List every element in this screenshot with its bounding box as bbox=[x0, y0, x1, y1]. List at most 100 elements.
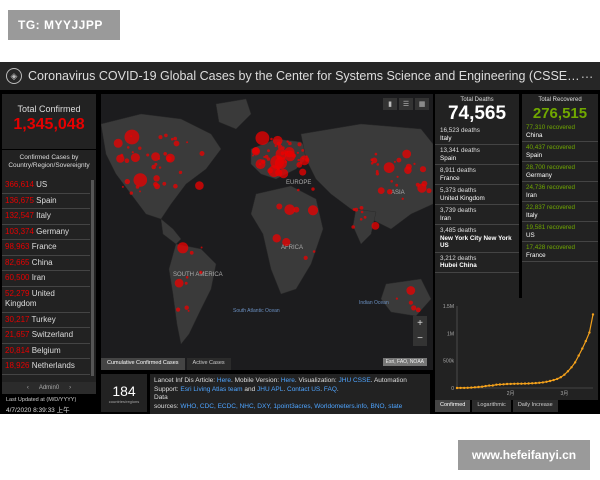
recovered-row[interactable]: 22,837 recovered Italy bbox=[522, 202, 598, 222]
total-recovered-panel: Total Recovered 276,515 77,310 recovered… bbox=[522, 94, 598, 316]
recovered-row[interactable]: 17,428 recovered France bbox=[522, 242, 598, 262]
tab-active-cases[interactable]: Active Cases bbox=[186, 358, 231, 370]
death-row[interactable]: 3,212 deaths Hubei China bbox=[435, 253, 519, 273]
country-row[interactable]: 136,675 Spain bbox=[2, 194, 90, 209]
tab-daily-increase[interactable]: Daily Increase bbox=[512, 400, 558, 412]
case-bubble bbox=[195, 181, 204, 190]
zoom-in-button[interactable]: + bbox=[413, 316, 427, 331]
recovered-row[interactable]: 19,581 recovered US bbox=[522, 222, 598, 242]
country-row[interactable]: 20,814 Belgium bbox=[2, 344, 90, 359]
death-row[interactable]: 3,739 deaths Iran bbox=[435, 205, 519, 225]
data-point bbox=[545, 380, 548, 383]
country-row[interactable]: 16,563 Canada bbox=[2, 375, 90, 379]
case-bubble bbox=[129, 191, 133, 195]
more-icon[interactable]: ⋯ bbox=[580, 69, 594, 84]
country-row[interactable]: 132,547 Italy bbox=[2, 209, 90, 225]
tab-logarithmic[interactable]: Logarithmic bbox=[472, 400, 511, 412]
death-row[interactable]: 16,523 deaths Italy bbox=[435, 125, 519, 145]
case-bubble bbox=[162, 181, 167, 186]
data-point bbox=[498, 383, 502, 386]
death-place: Hubei China bbox=[440, 262, 477, 269]
mobile-link[interactable]: Here bbox=[281, 377, 295, 384]
sources-links[interactable]: WHO, CDC, ECDC, NHC, DXY, 1point3acres, … bbox=[180, 403, 402, 410]
country-row[interactable]: 82,665 China bbox=[2, 256, 90, 271]
contact-link[interactable]: Contact US bbox=[287, 386, 320, 393]
recovered-place: China bbox=[526, 131, 543, 139]
next-arrow-icon[interactable]: › bbox=[69, 385, 71, 391]
death-count: 5,373 deaths bbox=[440, 187, 477, 194]
data-point bbox=[523, 382, 527, 385]
list-icon[interactable]: ☰ bbox=[399, 98, 413, 110]
recovered-count: 40,437 recovered bbox=[526, 144, 576, 151]
recovered-count: 22,837 recovered bbox=[526, 204, 576, 211]
admin-level-tab[interactable]: Admin0 bbox=[39, 385, 59, 391]
case-bubble bbox=[124, 129, 140, 145]
case-bubble bbox=[126, 146, 130, 149]
country-row[interactable]: 98,963 France bbox=[2, 240, 90, 256]
country-row[interactable]: 52,279 United Kingdom bbox=[2, 287, 90, 313]
case-bubble bbox=[276, 203, 283, 210]
recovered-row[interactable]: 77,310 recovered China bbox=[522, 122, 598, 142]
lancet-link[interactable]: Here bbox=[217, 377, 231, 384]
data-point bbox=[588, 331, 591, 334]
death-row[interactable]: 13,341 deaths Spain bbox=[435, 145, 519, 165]
countries-count-label: countries/regions bbox=[108, 399, 140, 404]
sources-label: sources: bbox=[154, 402, 181, 410]
deaths-list: 16,523 deaths Italy 13,341 deaths Spain 8,91… bbox=[435, 125, 519, 273]
recovered-place: Italy bbox=[526, 211, 538, 219]
country-row[interactable]: 366,614 US bbox=[2, 178, 90, 194]
case-bubble bbox=[120, 153, 124, 157]
country-row[interactable]: 60,500 Iran bbox=[2, 271, 90, 287]
country-count: 30,217 bbox=[5, 314, 30, 324]
case-bubble bbox=[408, 300, 413, 305]
case-bubble bbox=[396, 175, 399, 178]
jhu-apl-link[interactable]: JHU APL bbox=[257, 386, 283, 393]
country-name: Canada bbox=[32, 377, 60, 379]
country-row[interactable]: 18,926 Netherlands bbox=[2, 359, 90, 375]
info-text: Lancet Inf Dis Article: bbox=[154, 377, 217, 384]
country-row[interactable]: 30,217 Turkey bbox=[2, 313, 90, 328]
recovered-row[interactable]: 24,736 recovered Iran bbox=[522, 182, 598, 202]
faq-link[interactable]: FAQ bbox=[324, 386, 337, 393]
map-canvas[interactable]: EUROPE ASIA AFRICA SOUTH AMERICA South A… bbox=[100, 94, 434, 370]
map-toolbar: ▮ ☰ ▦ bbox=[383, 98, 429, 110]
case-bubble bbox=[252, 147, 260, 155]
death-row[interactable]: 3,485 deaths New York City New York US bbox=[435, 225, 519, 253]
recovered-place: US bbox=[526, 231, 535, 239]
total-recovered-label: Total Recovered bbox=[538, 97, 582, 103]
info-text: . Visualization: bbox=[294, 377, 339, 384]
data-point bbox=[495, 383, 498, 386]
recovered-row[interactable]: 40,437 recovered Spain bbox=[522, 142, 598, 162]
case-bubble bbox=[170, 137, 174, 141]
case-bubble bbox=[359, 206, 364, 210]
prev-arrow-icon[interactable]: ‹ bbox=[27, 385, 29, 391]
death-row[interactable]: 5,373 deaths United Kingdom bbox=[435, 185, 519, 205]
zoom-out-button[interactable]: − bbox=[413, 331, 427, 346]
last-updated-value: 4/7/2020 8:39:33 上午 bbox=[6, 407, 70, 414]
death-row[interactable]: 8,911 deaths France bbox=[435, 165, 519, 185]
tab-cumulative-confirmed[interactable]: Cumulative Confirmed Cases bbox=[101, 358, 185, 370]
tab-confirmed[interactable]: Confirmed bbox=[435, 400, 471, 412]
data-point bbox=[559, 376, 562, 379]
bookmark-icon[interactable]: ▮ bbox=[383, 98, 397, 110]
case-bubble bbox=[131, 151, 134, 154]
data-point bbox=[581, 347, 584, 350]
world-map[interactable]: EUROPE ASIA AFRICA SOUTH AMERICA South A… bbox=[100, 94, 434, 370]
data-point bbox=[502, 383, 505, 386]
scrollbar[interactable] bbox=[91, 180, 94, 376]
jhu-csse-link[interactable]: JHU CSSE bbox=[339, 377, 371, 384]
case-bubble bbox=[199, 151, 205, 156]
case-bubble bbox=[154, 183, 160, 190]
grid-icon[interactable]: ▦ bbox=[415, 98, 429, 110]
greenland-shape bbox=[215, 98, 252, 130]
death-count: 16,523 deaths bbox=[440, 127, 480, 134]
cases-chart[interactable]: 1.5M 1M 500k 0 2月 3月 bbox=[435, 298, 598, 400]
esri-link[interactable]: Esri Living Atlas team bbox=[180, 386, 242, 393]
app-header: ◈ Coronavirus COVID-19 Global Cases by t… bbox=[0, 62, 600, 90]
country-row[interactable]: 21,657 Switzerland bbox=[2, 328, 90, 344]
country-row[interactable]: 103,374 Germany bbox=[2, 225, 90, 240]
recovered-row[interactable]: 28,700 recovered Germany bbox=[522, 162, 598, 182]
data-point bbox=[573, 361, 577, 364]
case-bubble bbox=[176, 307, 181, 312]
info-panel: Lancet Inf Dis Article: Here. Mobile Ver… bbox=[150, 374, 430, 414]
